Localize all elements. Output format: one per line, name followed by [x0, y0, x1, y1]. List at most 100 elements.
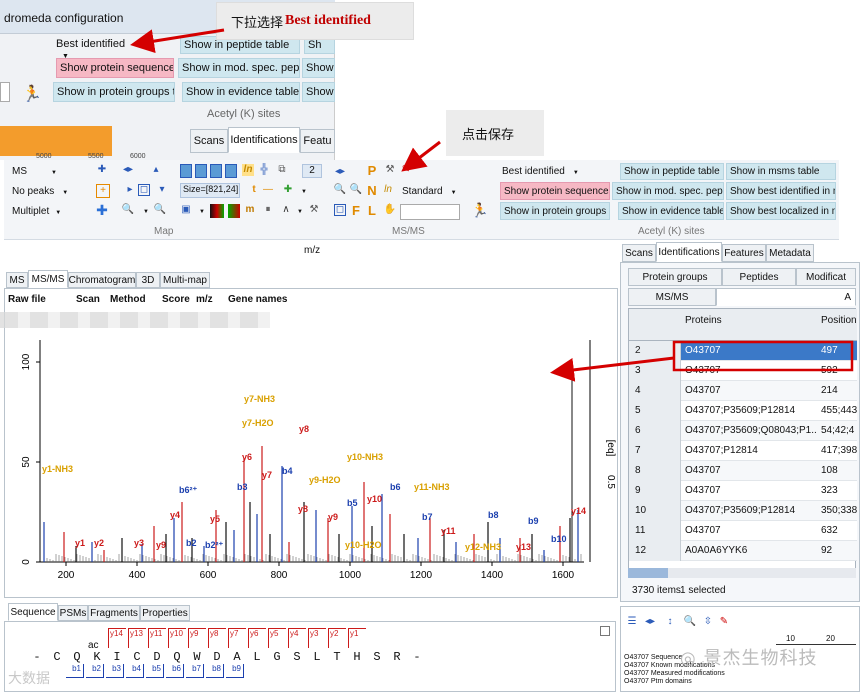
sequence-residue[interactable]: W — [190, 650, 204, 664]
frame-icon[interactable]: ◻ — [334, 204, 346, 216]
subtab-protein-groups[interactable]: Protein groups — [628, 268, 722, 286]
table-row[interactable]: 8 O43707 108 — [629, 461, 857, 481]
show-in-protein-groups-button[interactable]: Show in protein groups tab — [500, 202, 610, 220]
fit-icon[interactable]: ▸ — [124, 184, 136, 196]
page-number[interactable]: 2 — [302, 164, 322, 178]
settings-tools-icon[interactable]: ⚒ — [384, 164, 396, 176]
bottom-tab-fragments[interactable]: Fragments — [88, 605, 140, 621]
sequence-checkbox[interactable] — [600, 626, 610, 636]
left-tab-multimap[interactable]: Multi-map — [160, 272, 210, 288]
fit-ud-icon[interactable]: ▾ — [156, 184, 168, 196]
arrows-ud-icon[interactable]: ▴ — [150, 164, 162, 176]
top-show-mod-spec-button[interactable]: Show in mod. spec. pep. ta — [178, 58, 300, 78]
view-block-4-icon[interactable] — [225, 164, 237, 178]
plus-blue-icon[interactable]: ✚ — [96, 203, 108, 217]
show-in-mod-spec-button[interactable]: Show in mod. spec. pep. ta — [612, 182, 724, 200]
sequence-residue[interactable]: T — [330, 650, 344, 664]
left-tab-chromatogram[interactable]: Chromatogram — [68, 272, 136, 288]
chevron-down-icon[interactable]: ▼ — [196, 206, 208, 218]
left-tab-3d[interactable]: 3D — [136, 272, 160, 288]
top-tab-scans[interactable]: Scans — [190, 129, 228, 153]
table-row[interactable]: 7 O43707;P12814 417;398 — [629, 441, 857, 461]
psm-row-blurred[interactable] — [0, 312, 270, 328]
sequence-residue[interactable]: G — [270, 650, 284, 664]
show-in-evidence-table-button[interactable]: Show in evidence table — [618, 202, 724, 220]
ln-small-icon[interactable]: ln — [382, 184, 394, 196]
zoom-icon[interactable]: 🔍 — [122, 204, 134, 216]
sequence-residue[interactable]: H — [350, 650, 364, 664]
text-t-icon[interactable]: t — [248, 184, 260, 196]
hand-icon[interactable]: ✋ — [384, 204, 396, 216]
bar-icon[interactable] — [228, 204, 240, 218]
n-icon[interactable]: N — [366, 184, 378, 197]
table-row[interactable]: 4 O43707 214 — [629, 381, 857, 401]
nav-arrows-icon[interactable]: ◂▸ — [644, 616, 656, 628]
top-show-protein-groups-button[interactable]: Show in protein groups tab — [53, 82, 175, 102]
chevron-down-icon[interactable]: ▼ — [298, 186, 310, 198]
tools-icon[interactable]: ⚒ — [308, 204, 320, 216]
top-left-input[interactable] — [0, 82, 10, 102]
bottom-tab-properties[interactable]: Properties — [140, 605, 190, 621]
table-row[interactable]: 5 O43707;P35609;P12814 455;443 — [629, 401, 857, 421]
subtab-modificat[interactable]: Modificat — [796, 268, 856, 286]
sequence-residue[interactable]: L — [310, 650, 324, 664]
view-block-3-icon[interactable] — [210, 164, 222, 178]
table-row[interactable]: 12 A0A0A6YYK6 92 — [629, 541, 857, 561]
table-row[interactable]: 10 O43707;P35609;P12814 350;338 — [629, 501, 857, 521]
zoom-in-icon[interactable]: 🔍 — [334, 184, 346, 196]
zoom-out-icon[interactable]: 🔍 — [154, 204, 166, 216]
no-peaks-dropdown[interactable]: No peaks ▼ — [12, 186, 68, 197]
subtab-msms[interactable]: MS/MS — [628, 288, 716, 306]
chevron-down-icon[interactable]: ▼ — [294, 206, 306, 218]
arrows-lr-icon[interactable]: ◂▸ — [122, 164, 134, 176]
walk-icon[interactable]: 🏃 — [22, 84, 42, 104]
bottom-tab-psms[interactable]: PSMs — [58, 605, 88, 621]
view-block-1-icon[interactable] — [180, 164, 192, 178]
sequence-residue[interactable]: S — [370, 650, 384, 664]
pdf-small-icon[interactable]: ✎ — [718, 616, 730, 628]
msms-input[interactable] — [400, 204, 460, 220]
top-tab-featu[interactable]: Featu — [300, 129, 335, 153]
nav-lr-icon[interactable]: ◂▸ — [334, 166, 346, 178]
size-field[interactable]: Size=[821,24] — [180, 183, 240, 198]
sequence-residue[interactable]: I — [110, 650, 124, 664]
gradient-icon[interactable] — [210, 204, 224, 218]
table-row[interactable]: 6 O43707;P35609;Q08043;P1... 54;42;4 — [629, 421, 857, 441]
top-show-button-3[interactable]: Show — [302, 82, 335, 102]
sequence-residue[interactable]: D — [210, 650, 224, 664]
ms-dropdown[interactable]: MS ▼ — [12, 166, 57, 177]
grid-icon[interactable]: ╬ — [258, 164, 270, 176]
layers-icon[interactable]: ⧉ — [276, 164, 288, 176]
table-row[interactable]: 9 O43707 323 — [629, 481, 857, 501]
f-icon[interactable]: F — [350, 204, 362, 217]
bottom-tab-sequence[interactable]: Sequence — [8, 603, 58, 621]
curve-icon[interactable]: ∧ — [280, 204, 292, 216]
sequence-residue[interactable]: Q — [170, 650, 184, 664]
show-in-msms-table-button[interactable]: Show in msms table — [726, 163, 836, 180]
standard-dropdown[interactable]: Standard ▼ — [402, 186, 457, 197]
pdf-icon[interactable]: ✎ — [400, 164, 412, 176]
left-tab-ms[interactable]: MS — [6, 272, 28, 288]
right-tab-metadata[interactable]: Metadata — [766, 244, 814, 262]
show-best-localized-button[interactable]: Show best localized in msn — [726, 202, 836, 220]
zoom-minus-icon[interactable]: 🔍 — [350, 184, 362, 196]
table-row[interactable]: 11 O43707 632 — [629, 521, 857, 541]
list-icon[interactable]: ☰ — [626, 616, 638, 628]
top-show-protein-sequences-button[interactable]: Show protein sequences — [56, 58, 174, 78]
sequence-residue[interactable]: C — [50, 650, 64, 664]
zoom-small-icon[interactable]: 🔍 — [684, 616, 696, 628]
sequence-residue[interactable]: K — [90, 650, 104, 664]
l-icon[interactable]: L — [366, 204, 378, 217]
view-block-2-icon[interactable] — [195, 164, 207, 178]
top-tab-identifications[interactable]: Identifications — [228, 127, 300, 153]
sequence-residue[interactable]: S — [290, 650, 304, 664]
add-peak-icon[interactable]: ✚ — [96, 164, 108, 176]
mass-m-icon[interactable]: m — [244, 204, 256, 216]
expand-icon[interactable]: ↕ — [664, 616, 676, 628]
color-picker-icon[interactable]: ▣ — [180, 204, 192, 216]
zoom-dropdown-icon[interactable]: ▼ — [140, 206, 152, 218]
sequence-residue[interactable]: R — [390, 650, 404, 664]
sequence-residue[interactable]: D — [150, 650, 164, 664]
table-row[interactable]: 3 O43707 592 — [629, 361, 857, 381]
top-show-evidence-button[interactable]: Show in evidence table — [182, 82, 300, 102]
